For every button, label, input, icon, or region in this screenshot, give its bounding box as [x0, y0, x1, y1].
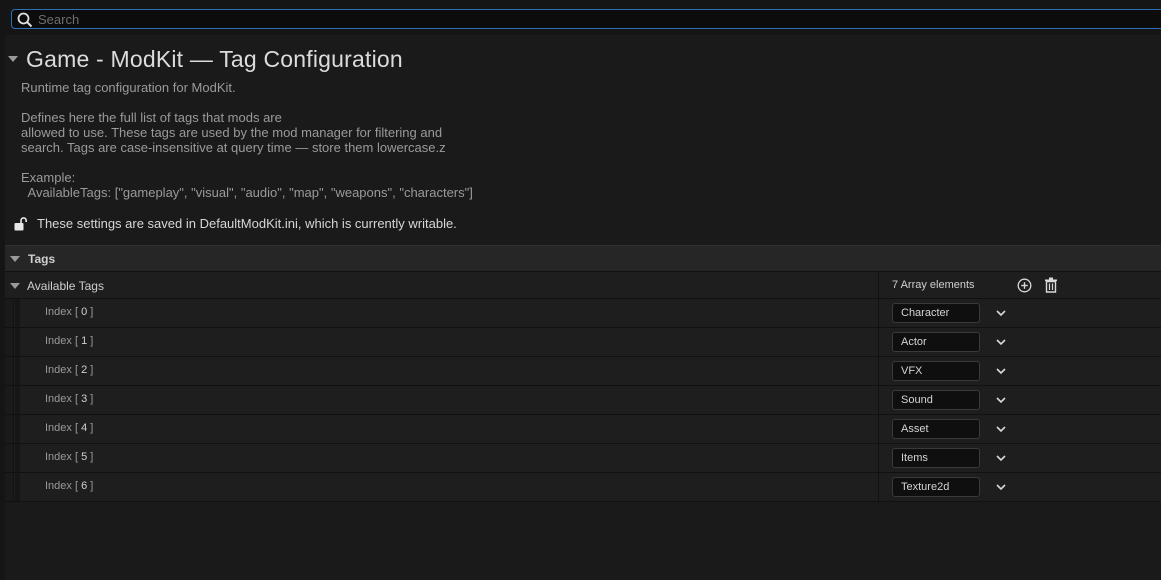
- trash-icon[interactable]: [1044, 277, 1058, 293]
- chevron-down-icon[interactable]: [995, 424, 1007, 434]
- indent-bar: [5, 357, 14, 385]
- index-prefix: Index [: [45, 306, 82, 318]
- add-element-icon[interactable]: [1017, 278, 1032, 293]
- column-divider[interactable]: [878, 415, 879, 443]
- available-tags-row[interactable]: Available Tags 7 Array elements: [5, 272, 1161, 299]
- description-line: Defines here the full list of tags that …: [21, 110, 282, 125]
- chevron-down-icon[interactable]: [995, 308, 1007, 318]
- index-label: Index [ 6 ]: [45, 480, 93, 492]
- page-title-row[interactable]: Game - ModKit — Tag Configuration: [8, 44, 403, 74]
- index-prefix: Index [: [45, 480, 82, 492]
- tag-value-input[interactable]: [892, 303, 980, 323]
- chevron-down-icon[interactable]: [995, 482, 1007, 492]
- collapse-arrow-icon[interactable]: [10, 255, 20, 262]
- index-label: Index [ 3 ]: [45, 393, 93, 405]
- indent-bar: [5, 328, 14, 356]
- description-line: search. Tags are case-insensitive at que…: [21, 140, 446, 155]
- chevron-down-icon[interactable]: [995, 337, 1007, 347]
- index-suffix: ]: [87, 335, 94, 347]
- index-suffix: ]: [87, 306, 94, 318]
- array-count: 7 Array elements: [892, 279, 975, 291]
- array-element-row[interactable]: Index [ 4 ]: [5, 415, 1161, 444]
- collapse-arrow-icon[interactable]: [8, 56, 18, 62]
- unlock-icon[interactable]: [14, 216, 28, 231]
- index-label: Index [ 4 ]: [45, 422, 93, 434]
- indent-bar: [5, 444, 14, 472]
- chevron-down-icon[interactable]: [995, 453, 1007, 463]
- notice-text: These settings are saved in DefaultModKi…: [37, 216, 457, 231]
- array-element-row[interactable]: Index [ 2 ]: [5, 357, 1161, 386]
- tag-value-input[interactable]: [892, 448, 980, 468]
- column-divider[interactable]: [878, 444, 879, 472]
- collapse-arrow-icon[interactable]: [10, 283, 20, 289]
- array-element-row[interactable]: Index [ 5 ]: [5, 444, 1161, 473]
- array-element-row[interactable]: Index [ 0 ]: [5, 299, 1161, 328]
- index-label: Index [ 0 ]: [45, 306, 93, 318]
- index-prefix: Index [: [45, 364, 82, 376]
- column-divider[interactable]: [878, 272, 879, 298]
- index-suffix: ]: [87, 480, 94, 492]
- column-divider[interactable]: [878, 328, 879, 356]
- column-divider[interactable]: [878, 299, 879, 327]
- index-label: Index [ 5 ]: [45, 451, 93, 463]
- indent-bar: [15, 473, 20, 501]
- indent-bar: [15, 444, 20, 472]
- indent-bar: [15, 299, 20, 327]
- search-bar[interactable]: [11, 9, 1161, 29]
- index-suffix: ]: [87, 451, 94, 463]
- array-element-row[interactable]: Index [ 3 ]: [5, 386, 1161, 415]
- description-line: Example:: [21, 170, 76, 185]
- index-suffix: ]: [87, 364, 94, 376]
- search-input[interactable]: [38, 11, 1038, 27]
- index-prefix: Index [: [45, 451, 82, 463]
- indent-bar: [15, 357, 20, 385]
- page-description: Runtime tag configuration for ModKit. Def…: [21, 80, 473, 200]
- section-label: Tags: [28, 251, 56, 266]
- tag-value-input[interactable]: [892, 390, 980, 410]
- index-label: Index [ 2 ]: [45, 364, 93, 376]
- tag-value-input[interactable]: [892, 477, 980, 497]
- property-label: Available Tags: [27, 279, 104, 293]
- tag-value-input[interactable]: [892, 361, 980, 381]
- config-notice: These settings are saved in DefaultModKi…: [14, 216, 457, 231]
- indent-bar: [15, 328, 20, 356]
- indent-bar: [5, 299, 14, 327]
- search-icon: [17, 12, 33, 28]
- indent-bar: [5, 473, 14, 501]
- description-line: allowed to use. These tags are used by t…: [21, 125, 443, 140]
- array-elements: Index [ 0 ]Index [ 1 ]Index [ 2 ]Index […: [5, 299, 1161, 502]
- page-title: Game - ModKit — Tag Configuration: [26, 45, 403, 72]
- column-divider[interactable]: [878, 386, 879, 414]
- section-tags[interactable]: Tags: [5, 245, 1161, 272]
- chevron-down-icon[interactable]: [995, 395, 1007, 405]
- index-prefix: Index [: [45, 393, 82, 405]
- indent-bar: [5, 386, 14, 414]
- tag-value-input[interactable]: [892, 419, 980, 439]
- array-element-row[interactable]: Index [ 1 ]: [5, 328, 1161, 357]
- column-divider[interactable]: [878, 357, 879, 385]
- description-line: AvailableTags: ["gameplay", "visual", "a…: [21, 185, 473, 200]
- description-line: Runtime tag configuration for ModKit.: [21, 80, 236, 95]
- index-prefix: Index [: [45, 422, 82, 434]
- description-gap: [21, 155, 473, 170]
- chevron-down-icon[interactable]: [995, 366, 1007, 376]
- index-suffix: ]: [87, 422, 94, 434]
- indent-bar: [15, 386, 20, 414]
- array-element-row[interactable]: Index [ 6 ]: [5, 473, 1161, 502]
- index-label: Index [ 1 ]: [45, 335, 93, 347]
- index-prefix: Index [: [45, 335, 82, 347]
- index-suffix: ]: [87, 393, 94, 405]
- indent-bar: [15, 415, 20, 443]
- description-gap: [21, 95, 473, 110]
- indent-bar: [5, 415, 14, 443]
- column-divider[interactable]: [878, 473, 879, 501]
- tag-value-input[interactable]: [892, 332, 980, 352]
